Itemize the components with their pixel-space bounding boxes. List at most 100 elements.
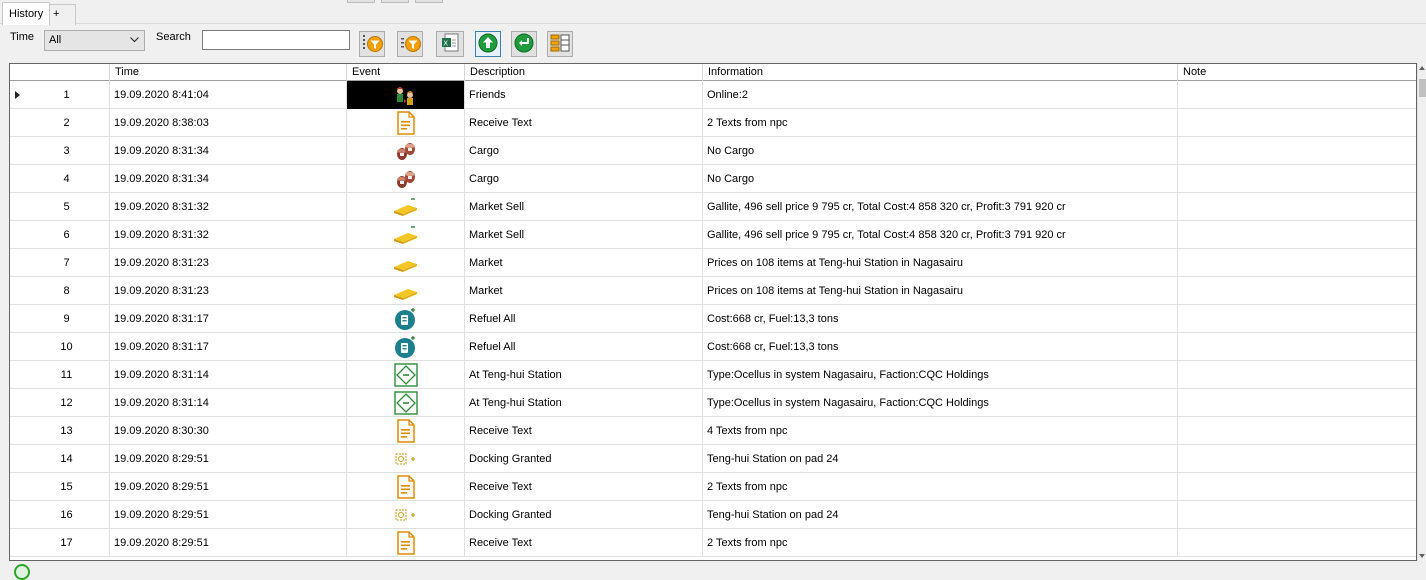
row-event-cell[interactable] (347, 333, 465, 361)
table-row[interactable]: 13 19.09.2020 8:30:30 Receive Text 4 Texts … (10, 417, 1416, 445)
row-number[interactable]: 15 (10, 473, 110, 501)
row-information[interactable]: Prices on 108 items at Teng-hui Station … (703, 277, 1178, 305)
column-header-time[interactable]: Time (110, 64, 347, 81)
row-note[interactable] (1178, 389, 1416, 417)
table-row[interactable]: 4 19.09.2020 8:31:34 Cargo No Cargo (10, 165, 1416, 193)
row-note[interactable] (1178, 165, 1416, 193)
column-layout-button[interactable] (547, 31, 573, 57)
row-information[interactable]: Cost:668 cr, Fuel:13,3 tons (703, 333, 1178, 361)
table-row[interactable]: 16 19.09.2020 8:29:51 Docking Granted Teng-… (10, 501, 1416, 529)
scrollbar-thumb[interactable] (1419, 79, 1426, 97)
row-information[interactable]: Gallite, 496 sell price 9 795 cr, Total … (703, 221, 1178, 249)
row-time[interactable]: 19.09.2020 8:31:17 (110, 333, 347, 361)
row-information[interactable]: 2 Texts from npc (703, 529, 1178, 557)
row-event-cell[interactable] (347, 501, 465, 529)
row-information[interactable]: 4 Texts from npc (703, 417, 1178, 445)
row-number[interactable]: 8 (10, 277, 110, 305)
column-header-information[interactable]: Information (703, 64, 1178, 81)
row-time[interactable]: 19.09.2020 8:31:32 (110, 193, 347, 221)
row-time[interactable]: 19.09.2020 8:31:14 (110, 361, 347, 389)
row-number[interactable]: 6 (10, 221, 110, 249)
row-number[interactable]: 12 (10, 389, 110, 417)
scroll-down-icon[interactable] (1419, 554, 1425, 558)
row-note[interactable] (1178, 221, 1416, 249)
row-event-cell[interactable] (347, 81, 465, 109)
row-information[interactable]: Gallite, 496 sell price 9 795 cr, Total … (703, 193, 1178, 221)
row-number[interactable]: 9 (10, 305, 110, 333)
row-event-cell[interactable] (347, 361, 465, 389)
row-event-cell[interactable] (347, 529, 465, 557)
column-header-event[interactable]: Event (347, 64, 465, 81)
table-row[interactable]: 2 19.09.2020 8:38:03 Receive Text 2 Texts f… (10, 109, 1416, 137)
row-information[interactable]: Cost:668 cr, Fuel:13,3 tons (703, 305, 1178, 333)
table-row[interactable]: 9 19.09.2020 8:31:17 Refuel All Cost:668 cr… (10, 305, 1416, 333)
row-number[interactable]: 5 (10, 193, 110, 221)
row-number[interactable]: 13 (10, 417, 110, 445)
row-event-cell[interactable] (347, 389, 465, 417)
row-information[interactable]: 2 Texts from npc (703, 109, 1178, 137)
table-row[interactable]: 6 19.09.2020 8:31:32 Market Sell Gallite, 4… (10, 221, 1416, 249)
history-grid[interactable]: Time Event Description Information Note … (9, 63, 1417, 561)
row-information[interactable]: Teng-hui Station on pad 24 (703, 501, 1178, 529)
table-row[interactable]: 5 19.09.2020 8:31:32 Market Sell Gallite, 4… (10, 193, 1416, 221)
table-row[interactable]: 10 19.09.2020 8:31:17 Refuel All Cost:668 c… (10, 333, 1416, 361)
row-time[interactable]: 19.09.2020 8:31:14 (110, 389, 347, 417)
filter-field-button[interactable] (397, 31, 423, 57)
row-time[interactable]: 19.09.2020 8:31:17 (110, 305, 347, 333)
column-header-description[interactable]: Description (465, 64, 703, 81)
row-information[interactable]: 2 Texts from npc (703, 473, 1178, 501)
row-description[interactable]: Receive Text (465, 417, 703, 445)
row-description[interactable]: Receive Text (465, 529, 703, 557)
row-information[interactable]: Teng-hui Station on pad 24 (703, 445, 1178, 473)
refresh-button[interactable] (511, 31, 537, 57)
row-time[interactable]: 19.09.2020 8:31:34 (110, 165, 347, 193)
row-time[interactable]: 19.09.2020 8:31:23 (110, 249, 347, 277)
row-event-cell[interactable] (347, 445, 465, 473)
table-row[interactable]: 1 19.09.2020 8:41:04 Friends Online:2 (10, 81, 1416, 109)
row-note[interactable] (1178, 81, 1416, 109)
row-note[interactable] (1178, 529, 1416, 557)
row-number[interactable]: 16 (10, 501, 110, 529)
column-header-note[interactable]: Note (1178, 64, 1416, 81)
row-note[interactable] (1178, 445, 1416, 473)
row-number[interactable]: 4 (10, 165, 110, 193)
row-information[interactable]: No Cargo (703, 165, 1178, 193)
row-time[interactable]: 19.09.2020 8:38:03 (110, 109, 347, 137)
row-note[interactable] (1178, 137, 1416, 165)
row-note[interactable] (1178, 361, 1416, 389)
row-time[interactable]: 19.09.2020 8:29:51 (110, 529, 347, 557)
row-note[interactable] (1178, 501, 1416, 529)
search-input[interactable] (202, 30, 350, 50)
row-number[interactable]: 11 (10, 361, 110, 389)
table-row[interactable]: 11 19.09.2020 8:31:14 At Teng-hui Station T… (10, 361, 1416, 389)
row-note[interactable] (1178, 249, 1416, 277)
scroll-up-icon[interactable] (1419, 66, 1425, 70)
table-row[interactable]: 3 19.09.2020 8:31:34 Cargo No Cargo (10, 137, 1416, 165)
row-description[interactable]: At Teng-hui Station (465, 389, 703, 417)
row-description[interactable]: Cargo (465, 165, 703, 193)
column-header-number[interactable] (10, 64, 110, 81)
row-time[interactable]: 19.09.2020 8:41:04 (110, 81, 347, 109)
row-number[interactable]: 1 (10, 81, 110, 109)
row-time[interactable]: 19.09.2020 8:31:23 (110, 277, 347, 305)
excel-export-button[interactable]: X (436, 31, 464, 57)
row-time[interactable]: 19.09.2020 8:31:34 (110, 137, 347, 165)
row-event-cell[interactable] (347, 109, 465, 137)
vertical-scrollbar[interactable] (1417, 63, 1426, 561)
row-event-cell[interactable] (347, 305, 465, 333)
row-note[interactable] (1178, 473, 1416, 501)
row-description[interactable]: Refuel All (465, 333, 703, 361)
row-description[interactable]: Market (465, 249, 703, 277)
row-description[interactable]: Receive Text (465, 109, 703, 137)
table-row[interactable]: 7 19.09.2020 8:31:23 Market Prices on 108 i… (10, 249, 1416, 277)
row-description[interactable]: Cargo (465, 137, 703, 165)
row-time[interactable]: 19.09.2020 8:29:51 (110, 473, 347, 501)
row-information[interactable]: Type:Ocellus in system Nagasairu, Factio… (703, 389, 1178, 417)
tab-history[interactable]: History (2, 2, 51, 25)
row-description[interactable]: Receive Text (465, 473, 703, 501)
row-time[interactable]: 19.09.2020 8:31:32 (110, 221, 347, 249)
table-row[interactable]: 17 19.09.2020 8:29:51 Receive Text 2 Texts … (10, 529, 1416, 557)
time-select[interactable]: All (44, 30, 145, 51)
row-description[interactable]: Docking Granted (465, 501, 703, 529)
row-information[interactable]: Type:Ocellus in system Nagasairu, Factio… (703, 361, 1178, 389)
